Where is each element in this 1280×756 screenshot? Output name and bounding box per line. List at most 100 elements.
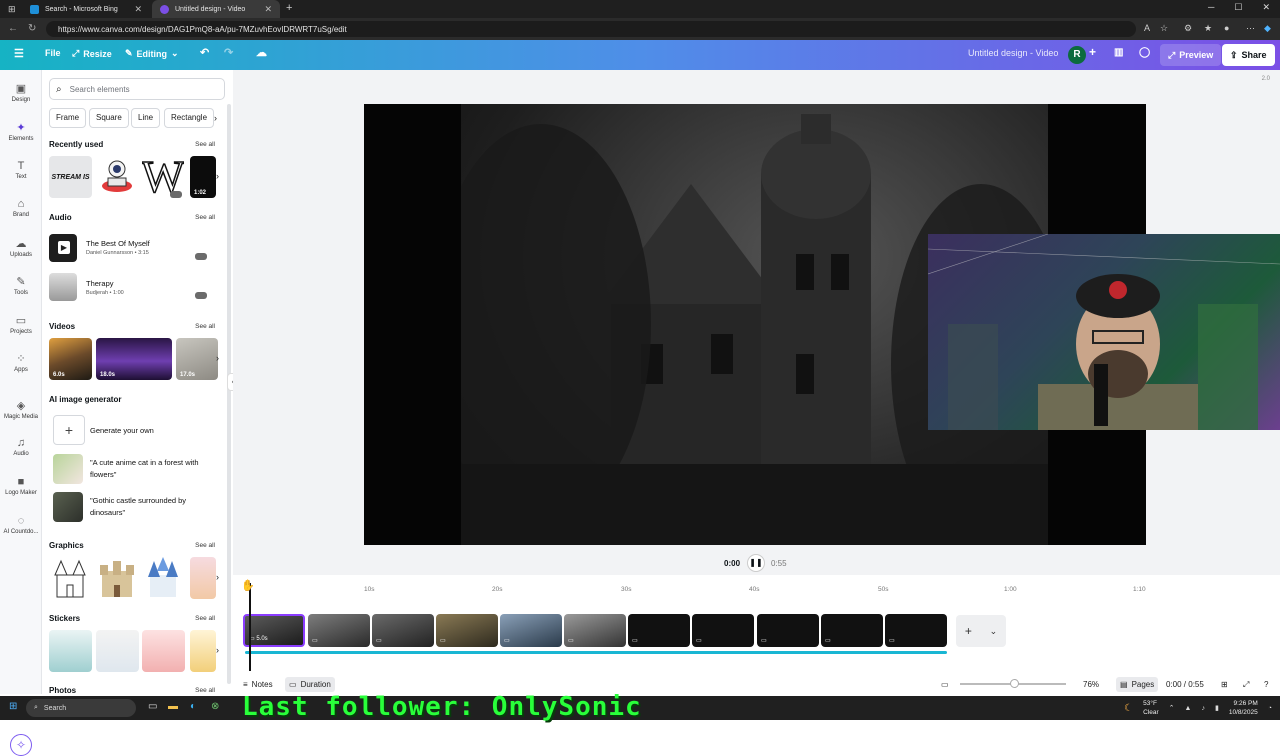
- video-thumbnail[interactable]: 6.0s: [49, 338, 92, 380]
- search-input[interactable]: ⌕ Search elements: [49, 78, 225, 100]
- weather-icon[interactable]: ☾: [1124, 703, 1133, 714]
- comments-icon[interactable]: ◯: [1139, 47, 1150, 58]
- close-window-icon[interactable]: ✕: [1262, 2, 1270, 13]
- tray-chevron-icon[interactable]: ⌃: [1169, 704, 1175, 712]
- profile-icon[interactable]: ●: [1224, 23, 1229, 33]
- chip-square[interactable]: Square: [89, 108, 129, 128]
- close-tab-icon[interactable]: ✕: [264, 4, 272, 15]
- graphic-castle-outline[interactable]: [49, 557, 91, 599]
- sticker-thumbnail[interactable]: [49, 630, 92, 672]
- network-icon[interactable]: ▲: [1185, 705, 1192, 712]
- redo-icon[interactable]: ↷: [224, 46, 233, 59]
- photos-see-all[interactable]: See all: [195, 687, 215, 694]
- rail-item-logo-maker[interactable]: ■ Logo Maker: [0, 476, 42, 496]
- close-tab-icon[interactable]: ✕: [134, 4, 142, 15]
- timeline-clip[interactable]: ▭: [308, 614, 370, 647]
- graphics-see-all[interactable]: See all: [195, 542, 215, 549]
- favorites-icon[interactable]: ★: [1204, 23, 1212, 34]
- timeline-clip[interactable]: ▭: [885, 614, 947, 647]
- audio-track-art[interactable]: ▶: [49, 234, 77, 262]
- windows-logo-icon[interactable]: ⊞: [8, 4, 16, 15]
- ai-prompt[interactable]: "A cute anime cat in a forest with flowe…: [90, 457, 220, 481]
- graphic-castle-pink[interactable]: [190, 557, 216, 599]
- timeline-clip[interactable]: ▭: [628, 614, 690, 647]
- recently-used-see-all[interactable]: See all: [195, 141, 215, 148]
- rail-item-audio[interactable]: ♫ Audio: [0, 437, 42, 457]
- audio-track-title[interactable]: Therapy: [86, 279, 114, 288]
- sticker-thumbnail[interactable]: [96, 630, 139, 672]
- zoom-slider-handle[interactable]: [1010, 679, 1019, 688]
- minimize-icon[interactable]: ─: [1208, 2, 1214, 13]
- insights-icon[interactable]: ▥: [1114, 47, 1123, 58]
- panel-scrollbar[interactable]: [227, 104, 231, 684]
- task-view-icon[interactable]: ▭: [148, 701, 157, 712]
- favorite-star-icon[interactable]: ☆: [1160, 23, 1168, 34]
- stickers-scroll-right-icon[interactable]: ›: [216, 645, 219, 655]
- rail-item-projects[interactable]: ▭ Projects: [0, 314, 42, 335]
- taskbar-search[interactable]: ⌕ Search: [26, 699, 136, 717]
- volume-icon[interactable]: ♪: [1201, 705, 1205, 712]
- url-field[interactable]: https://www.canva.com/design/DAG1PmQ8-aA…: [46, 21, 1136, 37]
- rail-item-ai-countdown[interactable]: ◌ AI Countdo...: [0, 515, 42, 535]
- graphic-castle-beige[interactable]: [96, 557, 138, 599]
- graphics-scroll-right-icon[interactable]: ›: [216, 572, 219, 582]
- sticker-thumbnail[interactable]: [142, 630, 185, 672]
- timeline-clip[interactable]: ▭ 5.0s: [243, 614, 305, 647]
- preview-button[interactable]: ⤢ Preview: [1160, 44, 1222, 66]
- add-page-button[interactable]: + ⌄: [956, 615, 1006, 647]
- timeline-clip[interactable]: ▭: [821, 614, 883, 647]
- stickers-see-all[interactable]: See all: [195, 615, 215, 622]
- chip-line[interactable]: Line: [131, 108, 161, 128]
- recent-stream-text-element[interactable]: STREAM IS: [49, 156, 92, 198]
- pages-button[interactable]: ▤ Pages: [1116, 677, 1159, 692]
- rail-item-brand[interactable]: ⌂ Brand: [0, 198, 42, 218]
- audio-track-bar[interactable]: [245, 651, 947, 654]
- help-icon[interactable]: ?: [1260, 677, 1272, 692]
- weather-widget[interactable]: 53°F Clear: [1143, 699, 1159, 717]
- edge-icon[interactable]: ◐: [190, 701, 196, 712]
- file-explorer-icon[interactable]: ▬: [168, 701, 178, 712]
- battery-icon[interactable]: ▮: [1215, 704, 1219, 712]
- copilot-icon[interactable]: ◆: [1264, 23, 1271, 34]
- pause-button[interactable]: ❚❚: [747, 554, 765, 572]
- file-menu[interactable]: File: [45, 48, 61, 58]
- cloud-save-icon[interactable]: ☁: [256, 46, 267, 59]
- timeline-clip[interactable]: ▭: [692, 614, 754, 647]
- add-collaborator-icon[interactable]: +: [1089, 45, 1096, 59]
- chip-rectangle[interactable]: Rectangle: [164, 108, 215, 128]
- xbox-icon[interactable]: ⊗: [211, 701, 219, 712]
- read-aloud-icon[interactable]: A: [1144, 23, 1150, 33]
- timeline-clip[interactable]: ▭: [372, 614, 434, 647]
- timeline-clip[interactable]: ▭: [564, 614, 626, 647]
- start-icon[interactable]: ⊞: [9, 701, 17, 712]
- menu-hamburger-icon[interactable]: ☰: [14, 47, 24, 60]
- duration-button[interactable]: ▭ Duration: [285, 677, 335, 692]
- fit-screen-icon[interactable]: ▭: [937, 677, 953, 692]
- ai-prompt[interactable]: "Gothic castle surrounded by dinosaurs": [90, 495, 220, 519]
- timeline-clip[interactable]: ▭: [757, 614, 819, 647]
- videos-see-all[interactable]: See all: [195, 323, 215, 330]
- browser-tab-canva[interactable]: Untitled design - Video ✕: [152, 0, 280, 18]
- recent-video-element[interactable]: 1:02: [190, 156, 216, 198]
- recent-scroll-right-icon[interactable]: ›: [216, 171, 219, 181]
- back-icon[interactable]: ←: [8, 23, 18, 34]
- magic-assistant-button[interactable]: ✧: [10, 734, 32, 756]
- taskbar-clock[interactable]: 9:26 PM 10/8/2025: [1229, 699, 1258, 717]
- rail-item-tools[interactable]: ✎ Tools: [0, 275, 42, 296]
- refresh-icon[interactable]: ↻: [28, 23, 36, 34]
- ai-prompt-thumbnail[interactable]: [53, 492, 83, 522]
- extensions-icon[interactable]: ⚙: [1184, 23, 1192, 34]
- recent-letter-w-element[interactable]: W: [142, 154, 184, 200]
- design-title[interactable]: Untitled design - Video: [968, 48, 1058, 58]
- sticker-thumbnail[interactable]: [190, 630, 216, 672]
- share-button[interactable]: ⇪ Share: [1222, 44, 1275, 66]
- menu-icon[interactable]: ⋯: [1246, 23, 1255, 34]
- notification-bell-icon[interactable]: ◔: [1268, 705, 1272, 712]
- generate-your-own-link[interactable]: Generate your own: [90, 425, 220, 437]
- zoom-level[interactable]: 76%: [1079, 677, 1103, 692]
- video-thumbnail[interactable]: 18.0s: [96, 338, 172, 380]
- webcam-overlay[interactable]: [928, 234, 1280, 430]
- rail-item-apps[interactable]: ⁘ Apps: [0, 352, 42, 373]
- timeline-clip[interactable]: ▭: [436, 614, 498, 647]
- browser-tab-bing[interactable]: Search - Microsoft Bing ✕: [22, 0, 150, 18]
